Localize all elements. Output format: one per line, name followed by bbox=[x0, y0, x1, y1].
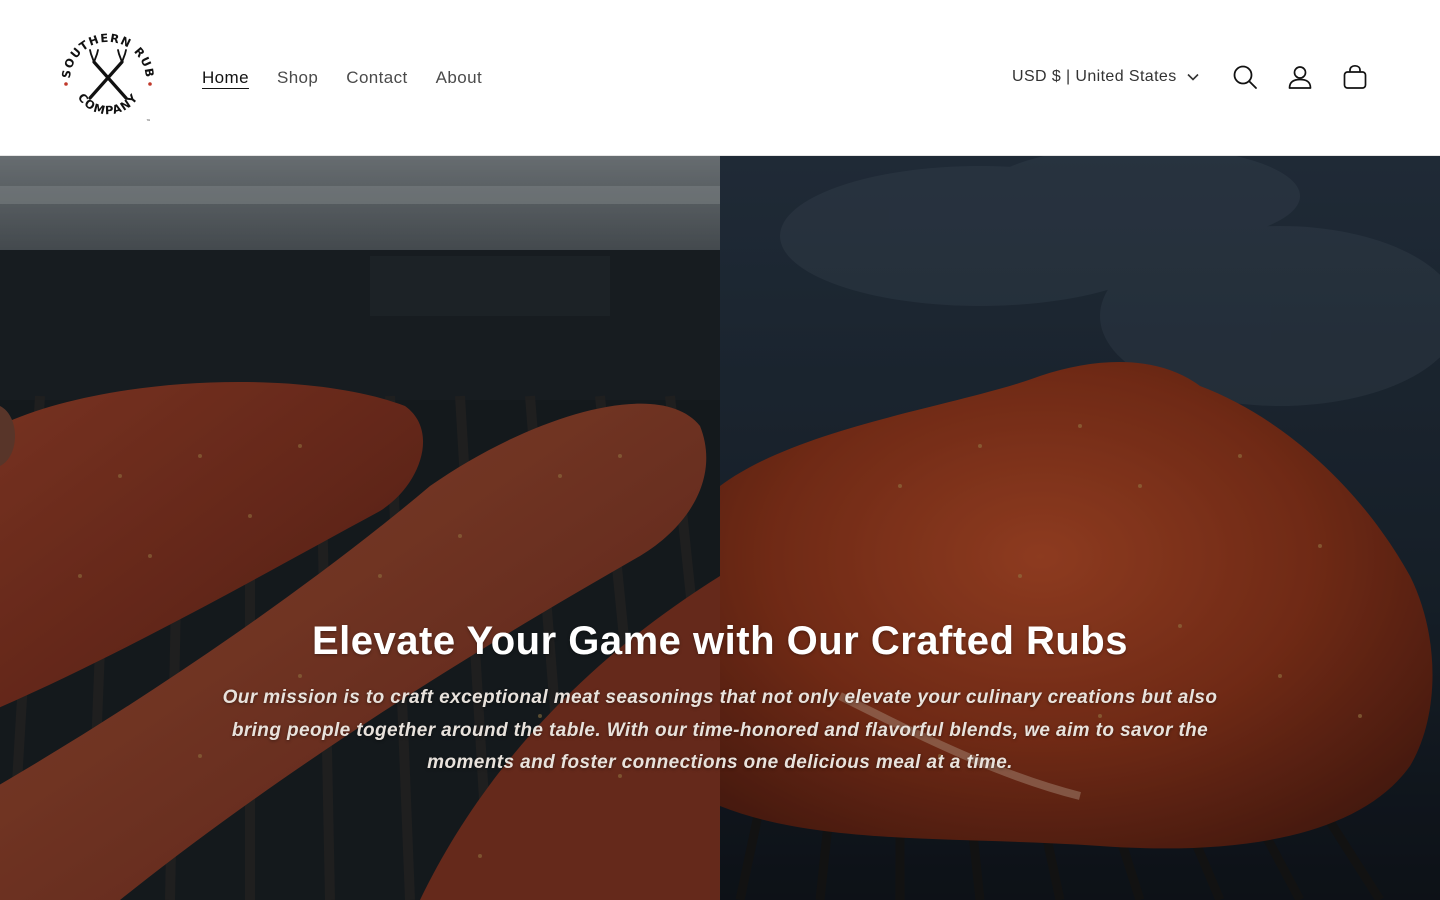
crossed-forks-icon bbox=[88, 60, 128, 100]
nav-contact[interactable]: Contact bbox=[332, 62, 421, 94]
hero-overlay bbox=[0, 156, 1440, 900]
site-header: SOUTHERN RUB COMPANY ™ Home Shop Contact… bbox=[0, 0, 1440, 156]
company-logo[interactable]: SOUTHERN RUB COMPANY ™ bbox=[58, 26, 158, 130]
currency-country-selector[interactable]: USD $ | United States bbox=[1000, 60, 1211, 94]
hero-banner: Elevate Your Game with Our Crafted Rubs … bbox=[0, 156, 1440, 900]
account-button[interactable] bbox=[1278, 55, 1322, 99]
logo-dot-right bbox=[148, 82, 152, 86]
nav-home[interactable]: Home bbox=[188, 62, 263, 94]
nav-about[interactable]: About bbox=[422, 62, 496, 94]
search-button[interactable] bbox=[1223, 55, 1267, 99]
search-icon bbox=[1233, 65, 1257, 89]
logo-bottom-text: COMPANY bbox=[75, 90, 140, 117]
nav-shop[interactable]: Shop bbox=[263, 62, 332, 94]
logo-dot-left bbox=[64, 82, 68, 86]
hero-mission-text: Our mission is to craft exceptional meat… bbox=[222, 687, 1218, 773]
hero-content: Elevate Your Game with Our Crafted Rubs … bbox=[220, 614, 1220, 780]
locale-label: USD $ | United States bbox=[1012, 68, 1177, 85]
cart-button[interactable] bbox=[1333, 55, 1377, 99]
account-icon bbox=[1288, 66, 1312, 89]
logo-emblem: SOUTHERN RUB COMPANY ™ bbox=[59, 31, 157, 125]
logo-trademark: ™ bbox=[146, 119, 151, 125]
hero-title: Elevate Your Game with Our Crafted Rubs bbox=[312, 619, 1128, 663]
logo-top-text: SOUTHERN RUB bbox=[59, 31, 156, 79]
cart-icon bbox=[1343, 64, 1367, 89]
svg-text:SOUTHERN RUB: SOUTHERN RUB bbox=[59, 31, 157, 79]
svg-text:COMPANY: COMPANY bbox=[75, 90, 141, 117]
main-nav: Home Shop Contact About bbox=[188, 62, 496, 94]
chevron-down-icon bbox=[1187, 73, 1199, 81]
